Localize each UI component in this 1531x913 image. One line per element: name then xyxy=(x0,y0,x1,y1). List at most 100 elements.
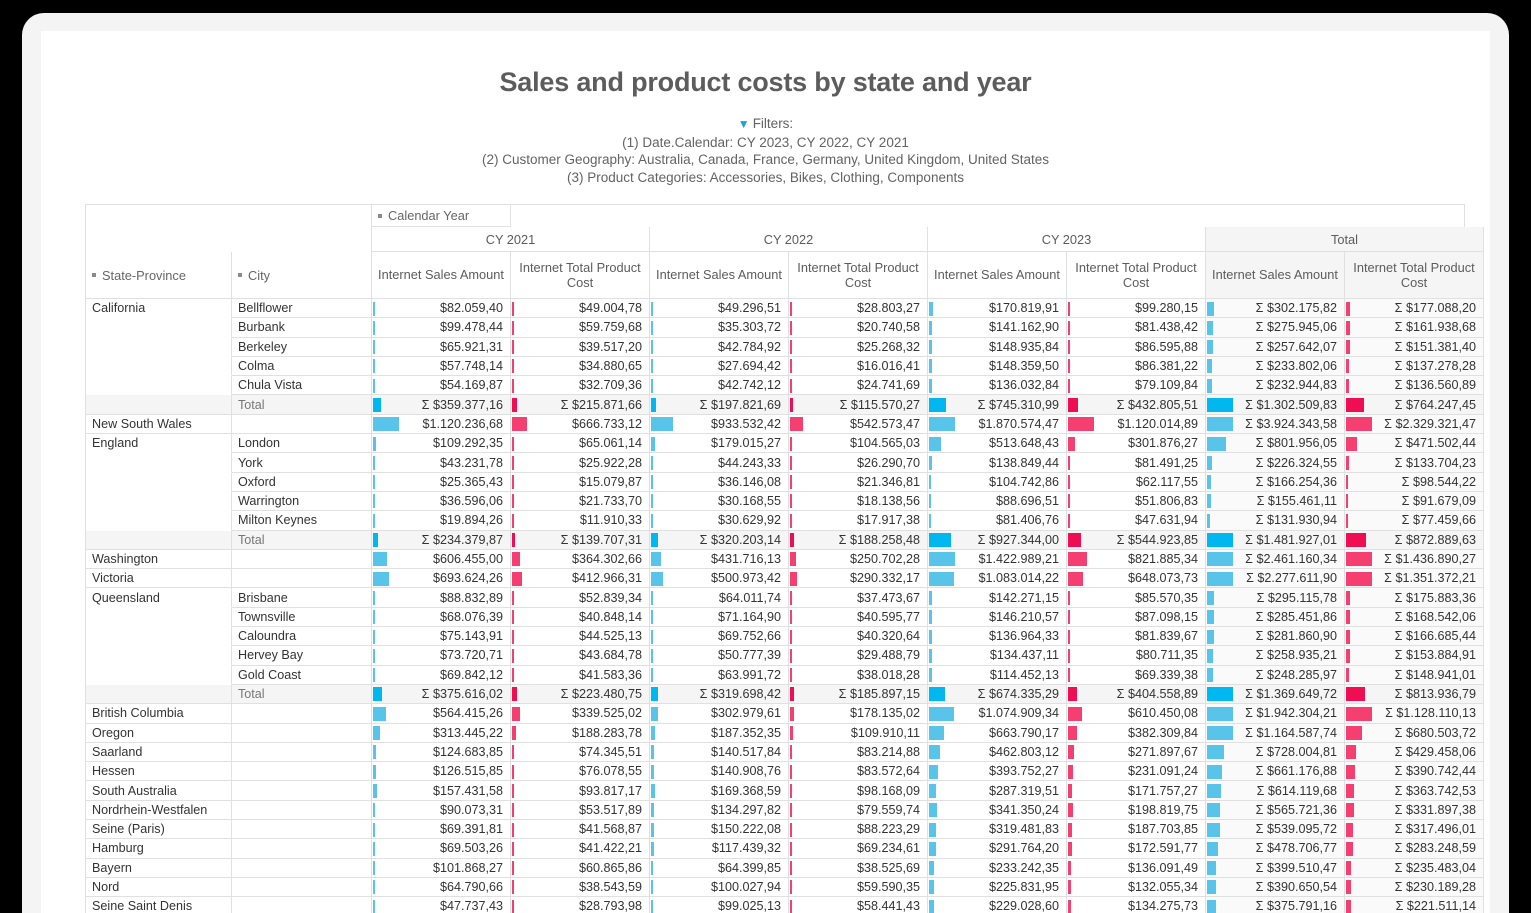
table-row[interactable]: Nordrhein-Westfalen $90.073,31 $53.517,89 $… xyxy=(86,800,1484,821)
expander-dot[interactable] xyxy=(238,273,242,277)
row-label-city[interactable]: Townsville xyxy=(232,607,372,628)
expander-dot[interactable] xyxy=(92,273,96,277)
row-label-state[interactable]: Seine (Paris) xyxy=(86,820,232,840)
row-label-city[interactable]: Milton Keynes xyxy=(232,511,372,531)
row-label-state[interactable] xyxy=(86,318,232,338)
measure-header-sales[interactable]: Internet Sales Amount xyxy=(372,252,511,299)
table-row[interactable]: Hessen $126.515,85 $76.078,55 $140.908,76 $8… xyxy=(86,762,1484,782)
measure-header-cost[interactable]: Internet Total Product Cost xyxy=(1067,252,1206,299)
table-row[interactable]: Chula Vista $54.169,87 $32.709,36 $42.742,1… xyxy=(86,376,1484,396)
table-row-total[interactable]: Total Σ $359.377,16 Σ $215.871,66 Σ $197.82… xyxy=(86,395,1484,415)
row-label-city[interactable]: Caloundra xyxy=(232,627,372,647)
data-bar-sales xyxy=(651,610,653,625)
data-bar-cost xyxy=(1346,455,1349,470)
row-label-city[interactable]: Brisbane xyxy=(232,588,372,608)
data-bar-sales xyxy=(373,513,375,528)
row-label-city[interactable]: Burbank xyxy=(232,318,372,338)
row-label-state[interactable] xyxy=(86,356,232,377)
row-label-city[interactable]: Chula Vista xyxy=(232,376,372,396)
data-bar-cost xyxy=(512,455,514,470)
row-label-city[interactable]: Gold Coast xyxy=(232,665,372,685)
row-label-state[interactable] xyxy=(86,665,232,685)
table-row[interactable]: Seine (Paris) $69.391,81 $41.568,87 $150.22… xyxy=(86,820,1484,840)
table-row[interactable]: Queensland Brisbane $88.832,89 $52.839,34 $6… xyxy=(86,588,1484,608)
row-label-city[interactable]: London xyxy=(232,434,372,454)
table-row[interactable]: Burbank $99.478,44 $59.759,68 $35.303,72 $20… xyxy=(86,318,1484,338)
table-row[interactable]: Colma $57.748,14 $34.880,65 $27.694,42 $16.0… xyxy=(86,356,1484,377)
row-label-state[interactable] xyxy=(86,511,232,531)
row-label-city[interactable]: Bellflower xyxy=(232,299,372,319)
table-row[interactable]: Hamburg $69.503,26 $41.422,21 $117.439,32 $6… xyxy=(86,839,1484,859)
table-row[interactable]: Berkeley $65.921,31 $39.517,20 $42.784,92 $2… xyxy=(86,337,1484,357)
row-label-city[interactable]: Colma xyxy=(232,356,372,377)
row-label-state[interactable]: Washington xyxy=(86,549,232,570)
row-label-state[interactable]: Seine Saint Denis xyxy=(86,897,232,913)
row-label-state[interactable]: Oregon xyxy=(86,723,232,743)
table-row[interactable]: Seine Saint Denis $47.737,43 $28.793,98 $99… xyxy=(86,897,1484,913)
row-label-state[interactable] xyxy=(86,337,232,357)
table-row-total[interactable]: Total Σ $234.379,87 Σ $139.707,31 Σ $320.20… xyxy=(86,530,1484,550)
table-row[interactable]: Caloundra $75.143,91 $44.525,13 $69.752,66 $… xyxy=(86,627,1484,647)
measure-header-cost[interactable]: Internet Total Product Cost xyxy=(511,252,650,299)
value-text: $157.431,58 xyxy=(432,783,503,798)
table-row[interactable]: Townsville $68.076,39 $40.848,14 $71.164,90… xyxy=(86,607,1484,628)
row-label-state[interactable]: Nordrhein-Westfalen xyxy=(86,800,232,821)
year-group-cy-2023[interactable]: CY 2023 xyxy=(928,227,1206,252)
row-label-state[interactable] xyxy=(86,376,232,396)
table-row[interactable]: South Australia $157.431,58 $93.817,17 $169… xyxy=(86,781,1484,801)
row-label-city[interactable]: Oxford xyxy=(232,472,372,492)
table-row[interactable]: England London $109.292,35 $65.061,14 $179.0… xyxy=(86,434,1484,454)
row-label-state[interactable]: Nord xyxy=(86,877,232,898)
row-label-state[interactable] xyxy=(86,491,232,512)
table-row-total[interactable]: Total Σ $375.616,02 Σ $223.480,75 Σ $319.69… xyxy=(86,684,1484,705)
table-row[interactable]: Hervey Bay $73.720,71 $43.684,78 $50.777,39… xyxy=(86,646,1484,666)
year-group-cy-2022[interactable]: CY 2022 xyxy=(650,227,928,252)
table-row[interactable]: New South Wales $1.120.236,68 $666.733,12 $… xyxy=(86,414,1484,435)
row-label-state[interactable] xyxy=(86,646,232,666)
row-header-state[interactable]: State-Province xyxy=(86,252,232,299)
table-row[interactable]: Victoria $693.624,26 $412.966,31 $500.973,4… xyxy=(86,569,1484,589)
table-row[interactable]: Oxford $25.365,43 $15.079,87 $36.146,08 $21.… xyxy=(86,472,1484,492)
row-label-city[interactable]: Berkeley xyxy=(232,337,372,357)
row-label-city[interactable]: Warrington xyxy=(232,491,372,512)
table-row[interactable]: Bayern $101.868,27 $60.865,86 $64.399,85 $38… xyxy=(86,858,1484,878)
row-label-state[interactable]: Queensland xyxy=(86,588,232,608)
row-label-state[interactable]: British Columbia xyxy=(86,704,232,724)
table-row[interactable]: Warrington $36.596,06 $21.733,70 $30.168,55… xyxy=(86,491,1484,512)
measure-header-cost[interactable]: Internet Total Product Cost xyxy=(789,252,928,299)
row-label-state[interactable]: Hessen xyxy=(86,762,232,782)
year-group-total[interactable]: Total xyxy=(1206,227,1484,252)
table-row[interactable]: York $43.231,78 $25.922,28 $44.243,33 $26.29… xyxy=(86,453,1484,473)
measure-header-sales[interactable]: Internet Sales Amount xyxy=(1206,252,1345,299)
data-bar-cost xyxy=(1068,455,1070,470)
table-row[interactable]: British Columbia $564.415,26 $339.525,02 $3… xyxy=(86,704,1484,724)
table-row[interactable]: Oregon $313.445,22 $188.283,78 $187.352,35 $… xyxy=(86,723,1484,743)
row-label-state[interactable]: New South Wales xyxy=(86,414,232,435)
row-label-state[interactable] xyxy=(86,472,232,492)
row-label-city[interactable]: York xyxy=(232,453,372,473)
row-label-state[interactable] xyxy=(86,607,232,628)
row-label-city[interactable]: Hervey Bay xyxy=(232,646,372,666)
column-group-label[interactable]: Calendar Year xyxy=(372,205,511,227)
row-label-state[interactable]: South Australia xyxy=(86,781,232,801)
table-row[interactable]: Saarland $124.683,85 $74.345,51 $140.517,84… xyxy=(86,742,1484,763)
measure-header-sales[interactable]: Internet Sales Amount xyxy=(650,252,789,299)
table-row[interactable]: Milton Keynes $19.894,26 $11.910,33 $30.629… xyxy=(86,511,1484,531)
row-label-state[interactable] xyxy=(86,627,232,647)
row-label-state[interactable]: Saarland xyxy=(86,742,232,763)
table-row[interactable]: Nord $64.790,66 $38.543,59 $100.027,94 $59.5… xyxy=(86,877,1484,898)
table-row[interactable]: California Bellflower $82.059,40 $49.004,78… xyxy=(86,299,1484,319)
table-row[interactable]: Gold Coast $69.842,12 $41.583,36 $63.991,72… xyxy=(86,665,1484,685)
measure-header-sales[interactable]: Internet Sales Amount xyxy=(928,252,1067,299)
row-label-state[interactable]: England xyxy=(86,434,232,454)
row-label-state[interactable]: Victoria xyxy=(86,569,232,589)
row-label-state[interactable]: Hamburg xyxy=(86,839,232,859)
row-label-state[interactable]: Bayern xyxy=(86,858,232,878)
row-label-state[interactable] xyxy=(86,453,232,473)
row-header-city[interactable]: City xyxy=(232,252,372,299)
row-label-state[interactable]: California xyxy=(86,299,232,319)
table-row[interactable]: Washington $606.455,00 $364.302,66 $431.716… xyxy=(86,549,1484,570)
year-group-cy-2021[interactable]: CY 2021 xyxy=(372,227,650,252)
expander-dot[interactable] xyxy=(378,213,382,218)
measure-header-cost[interactable]: Internet Total Product Cost xyxy=(1345,252,1484,299)
